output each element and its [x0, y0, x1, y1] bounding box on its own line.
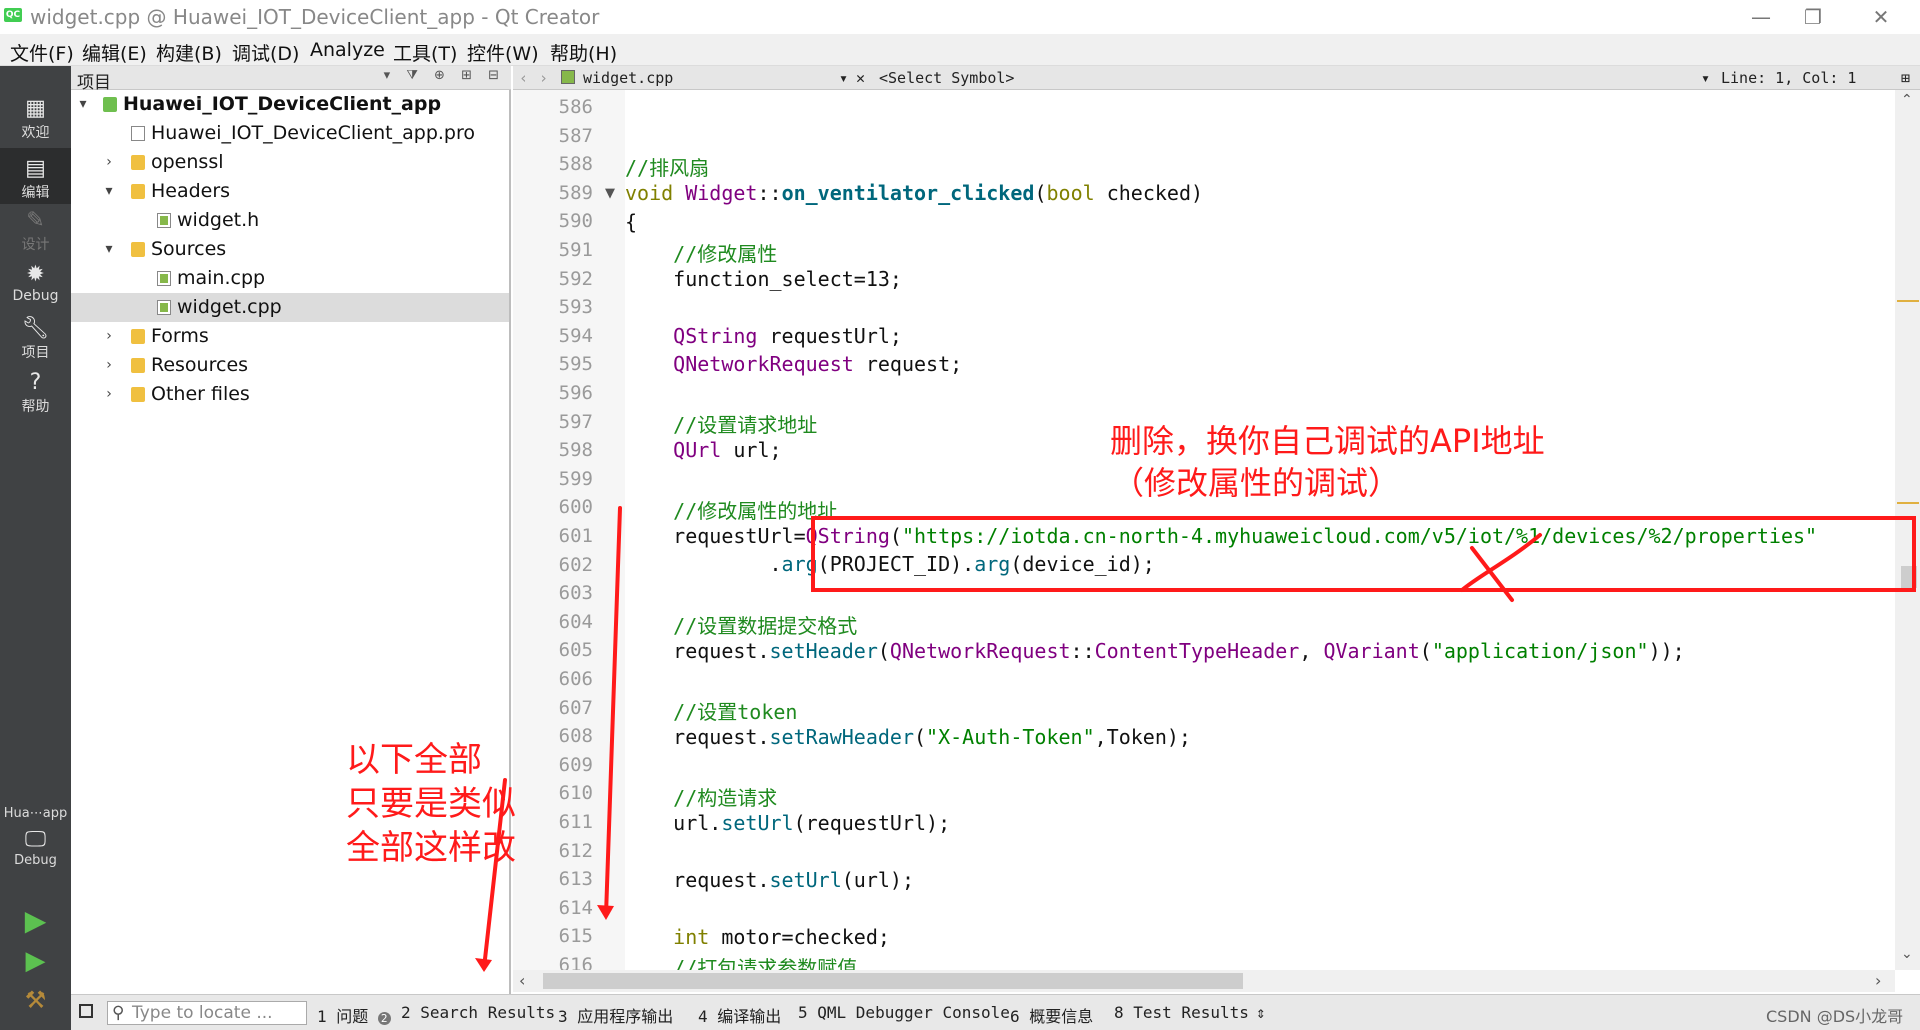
arrow-line	[482, 778, 507, 970]
cross-mark-stroke	[1470, 546, 1514, 602]
arrow-line	[604, 506, 622, 917]
arrow-head	[597, 905, 614, 920]
annotation-marks	[475, 506, 1542, 972]
arrow-head	[475, 958, 492, 972]
cross-mark-stroke	[1460, 533, 1542, 592]
watermark: CSDN @DS小龙哥	[1766, 1007, 1904, 1026]
